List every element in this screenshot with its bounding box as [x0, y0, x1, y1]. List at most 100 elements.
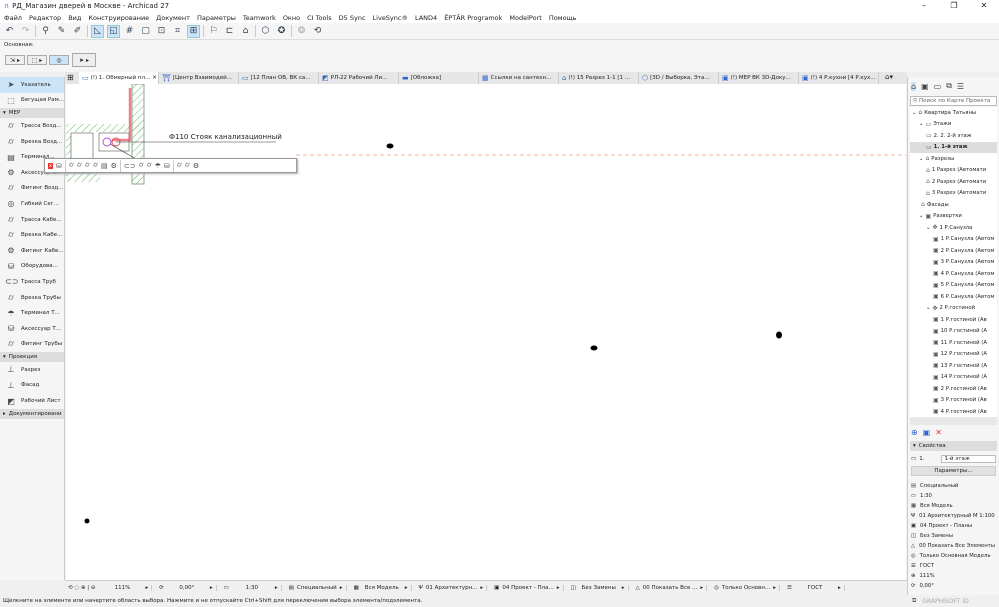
arrow-right-icon[interactable]: ▸ — [145, 585, 148, 591]
marquee-button[interactable]: ⬚ ▸ — [27, 55, 47, 65]
menu-item[interactable]: Файл — [4, 14, 22, 22]
publish-icon[interactable]: ⊏ — [223, 25, 236, 38]
tree-item[interactable]: ▣ 10 Р.гостиной (А — [910, 326, 997, 338]
selection-method-button[interactable]: ⇲ ▸ — [5, 55, 25, 65]
property-row[interactable]: ☰ ГОСТ — [908, 561, 999, 571]
tool-mep[interactable]: ⚙ Фитинг Кабе... — [0, 243, 64, 259]
arrow-right-icon[interactable]: ▸ — [622, 585, 625, 591]
guide-lines-icon[interactable]: ◺ — [91, 24, 104, 38]
expand-chevron-icon[interactable]: ⌄ — [919, 213, 923, 219]
cross-icon[interactable]: ⌗ — [171, 25, 184, 38]
tree-item[interactable]: ⌂ 1 Разрез (Автомати — [910, 165, 997, 177]
tool-mep[interactable]: ⊂⊃ Трасса Труб — [0, 274, 64, 290]
menu-item[interactable]: Документ — [156, 14, 190, 22]
tree-item[interactable]: ▣ 4 Р.Санузла (Автом — [910, 268, 997, 280]
arrow-right-icon[interactable]: ▸ — [557, 585, 560, 591]
tool-proj[interactable]: ⊥ Разрез — [0, 362, 64, 378]
duct-accessory-icon[interactable]: ⚙ — [111, 162, 117, 170]
snap-guides-icon[interactable]: ◱ — [107, 24, 120, 38]
model-icon[interactable]: ⌂ — [239, 25, 252, 38]
close-button[interactable]: ✕ — [969, 0, 999, 12]
rotate-button[interactable]: ◎ — [49, 55, 69, 65]
publisher-icon[interactable]: ⧉ — [946, 81, 952, 91]
expand-chevron-icon[interactable]: ⌄ — [919, 121, 923, 127]
parameters-button[interactable]: Параметры... — [911, 466, 996, 476]
menu-item[interactable]: Помощь — [549, 14, 577, 22]
tree-item[interactable]: ⌄ ⌂ Квартира Татьяны — [910, 107, 997, 119]
arrow-right-icon[interactable]: ▸ — [405, 585, 408, 591]
tab-close-icon[interactable]: ✕ — [152, 75, 157, 81]
new-view-icon[interactable]: ⊕ — [911, 428, 918, 437]
status-field[interactable]: ▭ 1:30 ▸ — [221, 585, 282, 591]
view-tab[interactable]: ▬ [Обложка] — [399, 72, 479, 84]
tool-proj[interactable]: ◩ Рабочий Лист — [0, 393, 64, 409]
tool-mep[interactable]: ◎ Гибкий Сег... — [0, 196, 64, 212]
tree-item[interactable]: ⌂ 2 Разрез (Автомати — [910, 176, 997, 188]
render-icon[interactable]: ✪ — [275, 25, 288, 38]
menu-item[interactable]: CI Tools — [307, 14, 332, 22]
view-tab[interactable]: ▣ (!) МЕР ВК 3D-Доку... — [719, 72, 799, 84]
tree-item[interactable]: ⌄ ⌂ Разрезы — [910, 153, 997, 165]
tree-item[interactable]: ⌄ ✥ 1 Р.Санузла — [910, 222, 997, 234]
tree-item[interactable]: ▭ 1. 1-й этаж — [910, 141, 997, 153]
equipment-icon[interactable]: ⛁ — [56, 162, 62, 170]
status-field[interactable]: ▦ Вся Модель ▸ — [351, 585, 412, 591]
expand-chevron-icon[interactable]: ⌄ — [912, 110, 916, 116]
arrow-right-icon[interactable]: ▸ — [773, 585, 776, 591]
expand-chevron-icon[interactable]: ⌄ — [919, 156, 923, 162]
menu-item[interactable]: Вид — [68, 14, 81, 22]
zoom-controls[interactable]: ⟲ ◌ ⊕ | ⊖ — [68, 585, 95, 591]
dimension-icon[interactable]: ⊡ — [155, 25, 168, 38]
cable-fitting-icon[interactable]: ⚙ — [193, 162, 199, 170]
tree-item[interactable]: ▣ 4 Р.гостиной (Ав — [910, 406, 997, 417]
select-icon[interactable]: ⚲ — [39, 25, 52, 38]
view-tab[interactable]: ▭ (!) 1. Обмерный пл... ✕ — [79, 72, 159, 84]
arrow-right-icon[interactable]: ▸ — [340, 585, 343, 591]
tree-item[interactable]: ▣ 2 Р.гостиной (Ав — [910, 383, 997, 395]
tool-mep[interactable]: ⌭ Фитинг Трубы — [0, 337, 64, 353]
pipe-accessory-icon[interactable]: ⛁ — [164, 162, 170, 170]
menu-item[interactable]: LAND4 — [415, 14, 437, 22]
project-map-icon[interactable]: ⌂ — [911, 81, 917, 91]
maximize-button[interactable]: ❐ — [939, 0, 969, 12]
tree-item[interactable]: ▣ 6 Р.Санузла (Автом — [910, 291, 997, 303]
view-tab[interactable]: ⬡ [3D / Выборка, Эта... — [639, 72, 719, 84]
view-tab[interactable]: ⌂ (!) 15 Разрез 1-1 [1 ... — [559, 72, 639, 84]
pointer-button[interactable]: ➤ ▸ — [72, 53, 96, 67]
tree-item[interactable]: ⌂ Фасады — [910, 199, 997, 211]
horizontal-scrollbar[interactable] — [910, 417, 997, 425]
tree-item[interactable]: ▣ 1 Р.Санузла (Автом — [910, 234, 997, 246]
status-field[interactable]: △ 00 Показать Все ... ▸ — [633, 585, 708, 591]
property-row[interactable]: ◫ Без Замены — [908, 531, 999, 541]
layer-icon[interactable]: ▢ — [139, 25, 152, 38]
redo-icon[interactable]: ↷ — [19, 25, 32, 38]
view-map-icon[interactable]: ▣ — [921, 82, 929, 91]
undo-icon[interactable]: ↶ — [3, 25, 16, 38]
menu-icon[interactable]: ☰ — [957, 82, 964, 91]
status-field[interactable]: 111% ▸ — [99, 585, 153, 591]
tree-item[interactable]: ▣ 11 Р.гостиной (А — [910, 337, 997, 349]
teamwork-icon[interactable]: ❂ — [295, 25, 308, 38]
sync-icon[interactable]: ⟲ — [311, 25, 324, 38]
flag-icon[interactable]: ⚐ — [207, 25, 220, 38]
cable-bend-icon[interactable]: ⌭ — [185, 161, 190, 170]
tree-item[interactable]: ⌄ ▣ Развертки — [910, 211, 997, 223]
tool-mep[interactable]: ⌭ Трасса Кабе... — [0, 212, 64, 228]
duct-bend-icon[interactable]: ⌭ — [77, 161, 82, 170]
magic-wand-icon[interactable]: ⊞ — [187, 24, 200, 38]
grid-icon[interactable]: # — [123, 25, 136, 38]
property-row[interactable]: ▤ Специальный — [908, 481, 999, 491]
status-field[interactable]: ⟳ 0,00° ▸ — [156, 585, 217, 591]
tree-item[interactable]: ▣ 2 Р.Санузла (Автом — [910, 245, 997, 257]
tool-top[interactable]: ⬚ Бегущая Рам... — [0, 93, 64, 109]
tree-item[interactable]: ▣ 13 Р.гостиной (А — [910, 360, 997, 372]
expand-chevron-icon[interactable]: ⌄ — [926, 305, 930, 311]
view-tab[interactable]: ▦ Ссылки на сантехн... — [479, 72, 559, 84]
arrow-right-icon[interactable]: ▸ — [275, 585, 278, 591]
expand-chevron-icon[interactable]: ⌄ — [926, 225, 930, 231]
close-palette-icon[interactable]: x — [48, 162, 53, 169]
3d-icon[interactable]: ⬡ — [259, 25, 272, 38]
tab-menu-icon[interactable]: ⌂▾ — [885, 73, 893, 81]
menu-item[interactable]: Конструирование — [88, 14, 149, 22]
tool-mep[interactable]: ⛁ Оборудова... — [0, 259, 64, 275]
